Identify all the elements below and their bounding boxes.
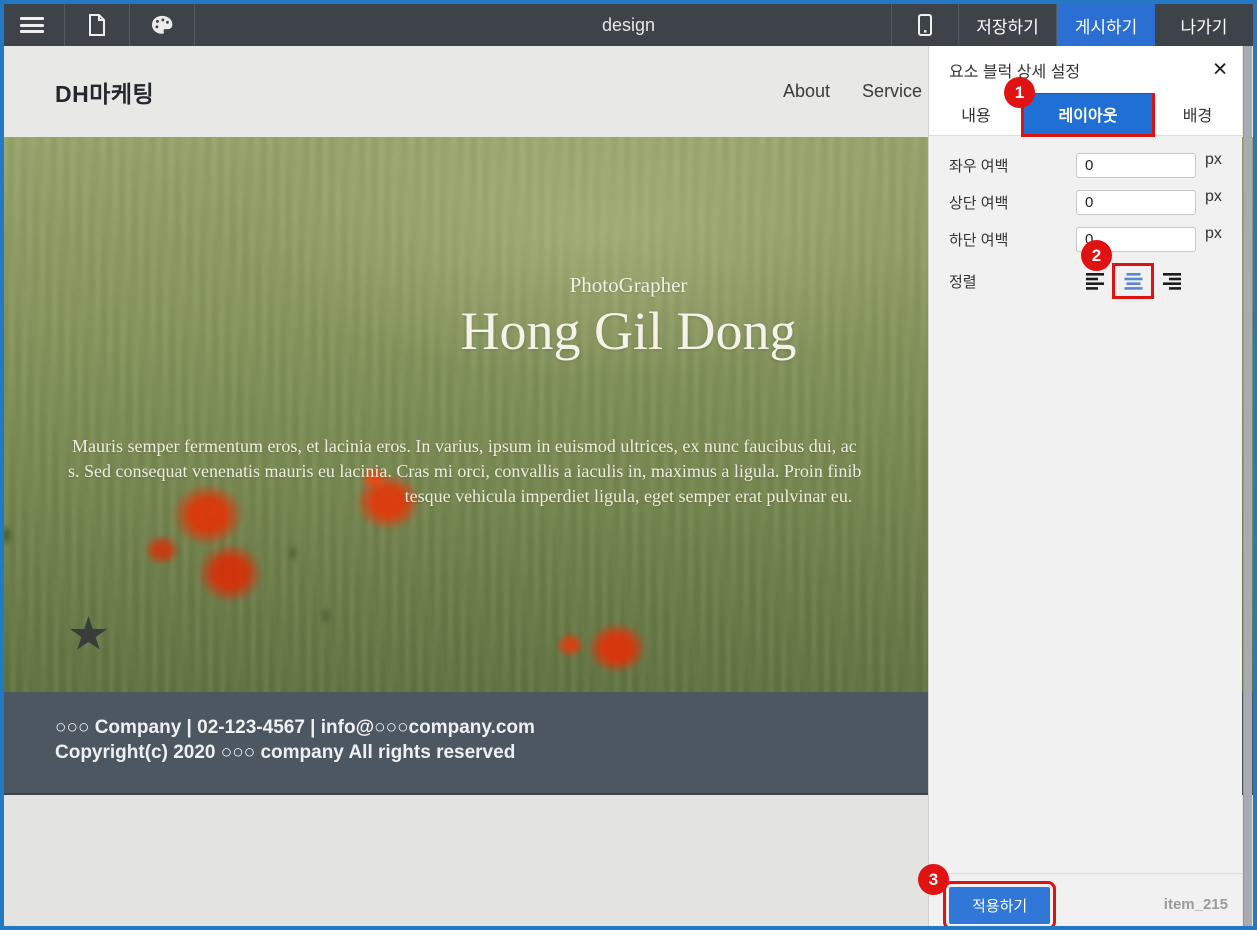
horizontal-margin-input[interactable]: [1076, 153, 1196, 178]
save-button[interactable]: 저장하기: [959, 4, 1057, 46]
align-center-icon: [1124, 273, 1143, 290]
top-margin-input[interactable]: [1076, 190, 1196, 215]
field-row-top-margin: 상단 여백 px: [949, 189, 1242, 215]
hero-paragraph-line: s. Sed consequat venenatis mauris eu lac…: [68, 461, 861, 482]
site-logo[interactable]: DH마케팅: [55, 75, 154, 109]
panel-tabs: 내용 레이아웃 배경: [929, 93, 1242, 136]
align-left-icon: [1086, 273, 1105, 290]
unit-label: px: [1205, 225, 1222, 243]
document-icon: [88, 14, 106, 36]
block-settings-panel: 요소 블럭 상세 설정 ✕ 내용 레이아웃 배경 좌우 여백 px 상단 여백 …: [928, 46, 1242, 926]
align-right-button[interactable]: [1160, 271, 1182, 291]
hero-paragraph-line: Mauris semper fermentum eros, et lacinia…: [72, 436, 857, 457]
align-center-button[interactable]: [1122, 271, 1144, 291]
align-right-icon: [1162, 273, 1181, 290]
apply-button[interactable]: 적용하기: [949, 887, 1050, 924]
align-center-highlight-box: [1115, 266, 1151, 296]
annotation-step-2: 2: [1081, 240, 1112, 271]
unit-label: px: [1205, 188, 1222, 206]
annotation-step-1: 1: [1004, 77, 1035, 108]
field-label: 하단 여백: [949, 229, 1076, 250]
hamburger-icon: [20, 17, 44, 33]
nav-link-about[interactable]: About: [783, 81, 830, 102]
mobile-preview-button[interactable]: [891, 4, 959, 46]
footer-contact-line: ○○○ Company | 02-123-4567 | info@○○○comp…: [55, 717, 535, 739]
design-button[interactable]: [130, 4, 195, 46]
palette-icon: [151, 15, 173, 35]
panel-body: 좌우 여백 px 상단 여백 px 하단 여백 px 정렬: [929, 136, 1242, 294]
item-id-label: item_215: [1164, 896, 1228, 913]
field-label: 좌우 여백: [949, 155, 1076, 176]
editor-toolbar: design 저장하기 게시하기 나가기: [0, 4, 1257, 46]
annotation-step-3: 3: [918, 864, 949, 895]
site-nav: About Service: [783, 46, 922, 137]
panel-header: 요소 블럭 상세 설정 ✕: [929, 46, 1242, 93]
editor-window: DH마케팅 About Service PhotoGrapher Hong Gi…: [0, 0, 1257, 930]
field-label: 상단 여백: [949, 192, 1076, 213]
publish-button[interactable]: 게시하기: [1057, 4, 1155, 46]
align-left-button[interactable]: [1084, 271, 1106, 291]
mobile-icon: [918, 14, 932, 36]
field-row-horizontal-margin: 좌우 여백 px: [949, 152, 1242, 178]
menu-button[interactable]: [0, 4, 65, 46]
panel-scrollbar[interactable]: [1243, 46, 1252, 926]
footer-copyright-line: Copyright(c) 2020 ○○○ company All rights…: [55, 742, 515, 764]
nav-link-service[interactable]: Service: [862, 81, 922, 102]
exit-button[interactable]: 나가기: [1155, 4, 1253, 46]
field-label: 정렬: [949, 271, 1076, 292]
field-row-align: 정렬: [949, 268, 1242, 294]
tab-background[interactable]: 배경: [1153, 93, 1242, 135]
close-icon[interactable]: ✕: [1212, 60, 1228, 79]
panel-footer: 적용하기 item_215: [929, 873, 1242, 926]
page-button[interactable]: [65, 4, 130, 46]
tab-layout[interactable]: 레이아웃: [1023, 93, 1153, 135]
unit-label: px: [1205, 151, 1222, 169]
